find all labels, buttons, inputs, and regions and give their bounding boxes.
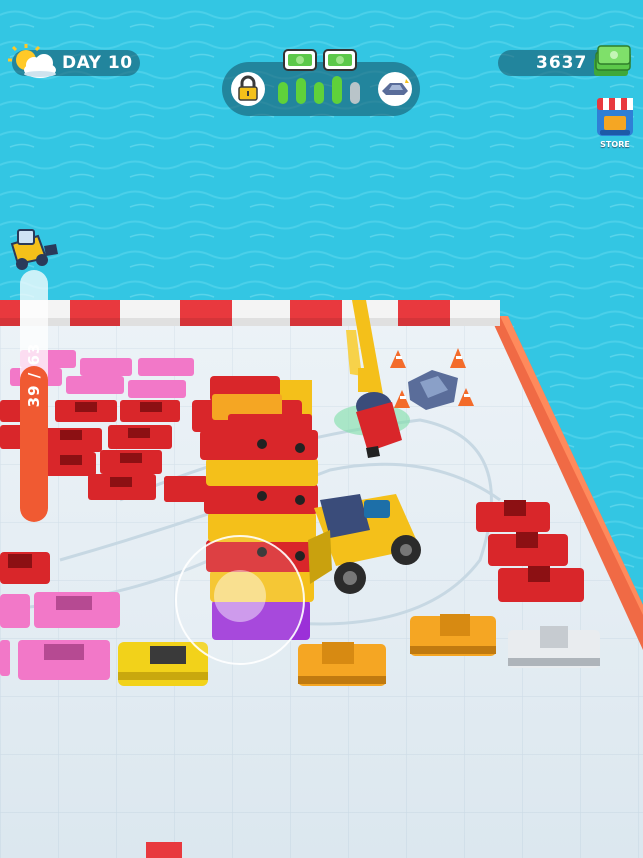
car-white-pickup (508, 626, 600, 668)
sun-cloud-icon (8, 44, 56, 78)
cash-bundle-icon-2 (323, 49, 357, 71)
barrier-wall (0, 300, 500, 326)
capacity-label: 39 / 63 (25, 342, 43, 408)
cash-amount: 3637 (536, 53, 588, 73)
unlock-progress-panel (222, 49, 420, 116)
cash-bundle-icon (283, 49, 317, 71)
store-label: STORE (600, 140, 630, 149)
virtual-joystick[interactable] (175, 535, 305, 665)
progress-bars (278, 76, 360, 104)
cash-counter: 3637 (498, 45, 631, 76)
game-scene (0, 0, 643, 858)
day-indicator: DAY 10 (8, 44, 140, 78)
capacity-bar: 39 / 63 (20, 270, 48, 522)
cash-stack-icon (594, 45, 631, 76)
padlock-icon (231, 72, 265, 106)
car-red-mid (164, 476, 206, 502)
floor-marker (146, 842, 182, 858)
forklift-icon (10, 229, 58, 270)
store-icon (597, 98, 633, 136)
day-label: DAY 10 (62, 53, 133, 73)
car-yellow-bottom (118, 642, 208, 686)
car-wreck-icon (378, 72, 412, 106)
store-button[interactable]: STORE (594, 96, 636, 154)
